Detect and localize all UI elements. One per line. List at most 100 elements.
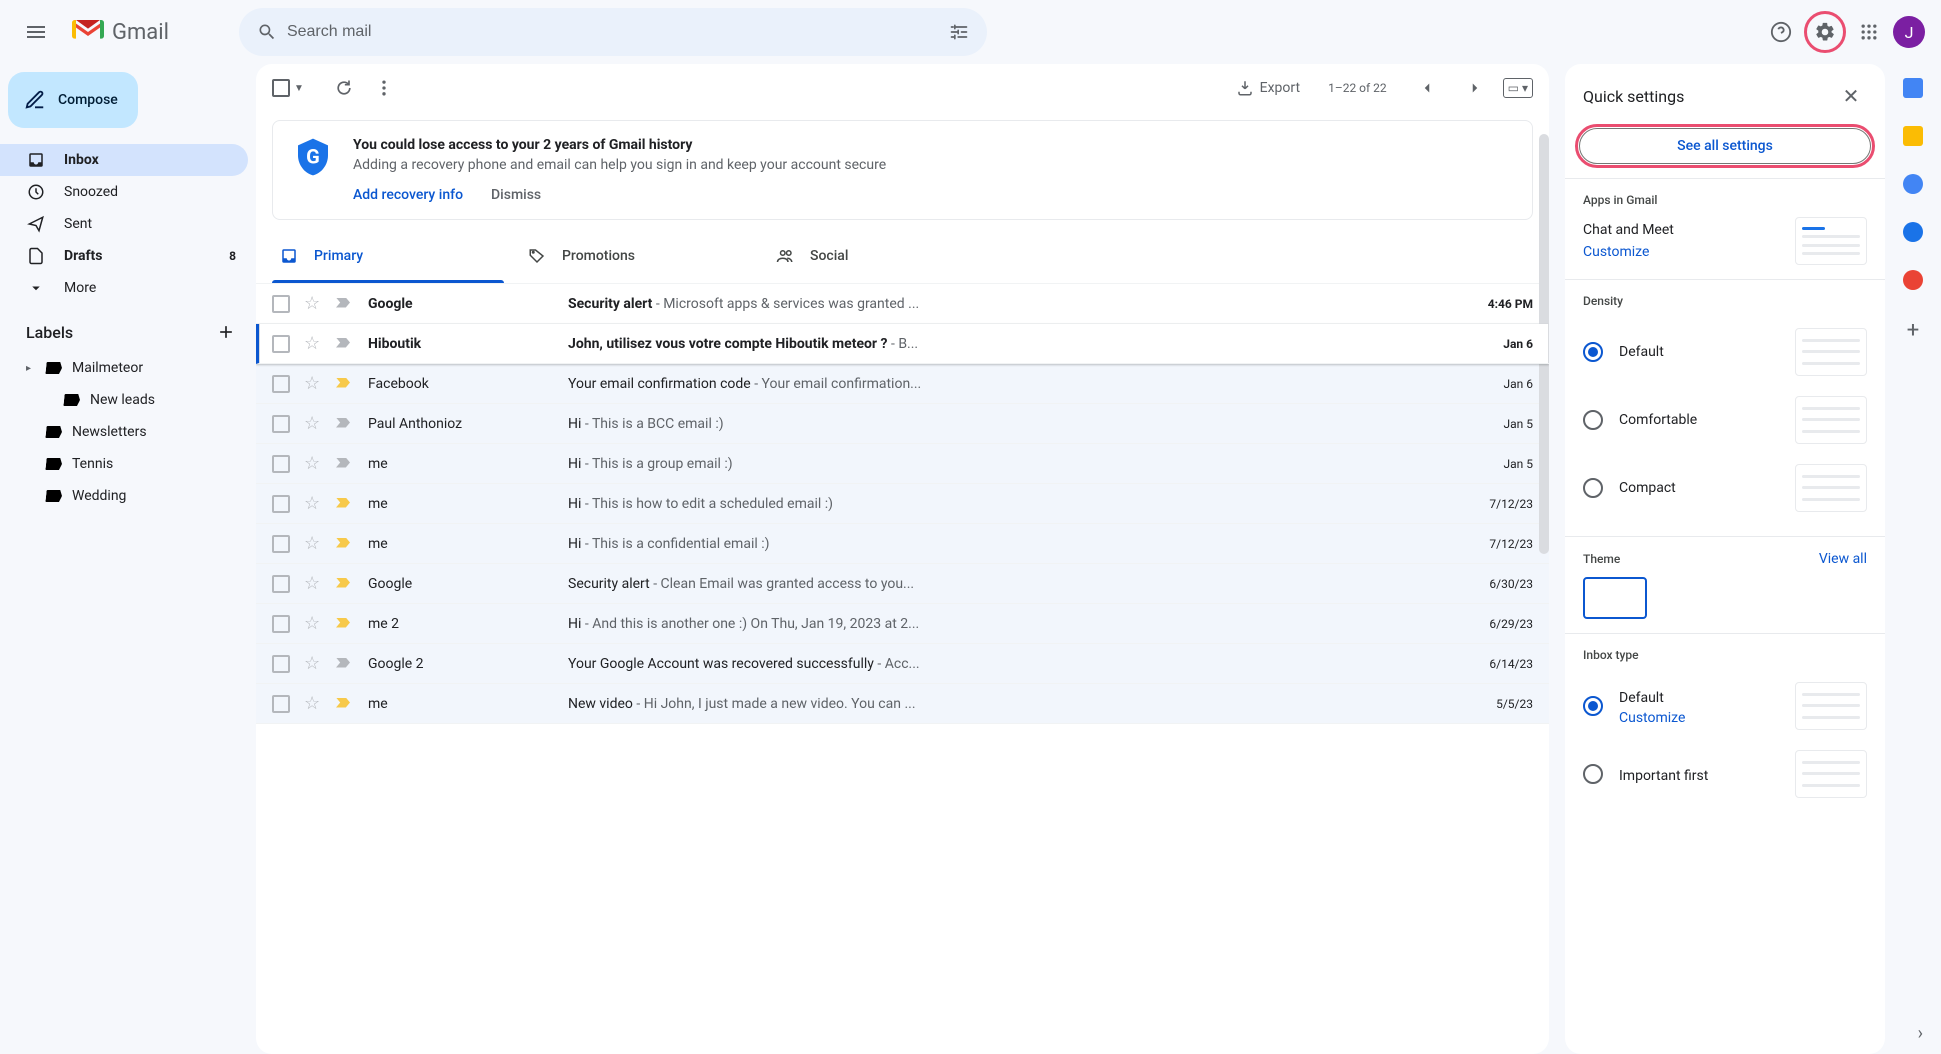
mail-checkbox[interactable] [272,415,290,433]
mail-checkbox[interactable] [272,695,290,713]
star-icon[interactable]: ☆ [304,373,324,394]
apps-icon[interactable] [1849,12,1889,52]
label-newsletters[interactable]: ▸Newsletters [0,416,248,448]
prev-page-button[interactable] [1407,68,1447,108]
inbox-type-default[interactable]: DefaultCustomize [1583,672,1867,740]
density-default[interactable]: Default [1583,318,1867,386]
importance-marker[interactable] [336,536,356,552]
dismiss-button[interactable]: Dismiss [491,187,541,203]
mail-row[interactable]: ☆GoogleSecurity alert - Microsoft apps &… [256,284,1549,324]
label-wedding[interactable]: ▸Wedding [0,480,248,512]
expand-side-panel-button[interactable]: › [1918,1023,1923,1044]
tab-social[interactable]: Social [760,228,1008,283]
label-mailmeteor[interactable]: ▸Mailmeteor [0,352,248,384]
mail-checkbox[interactable] [272,455,290,473]
add-addon-button[interactable]: + [1907,318,1919,343]
mail-row[interactable]: ☆GoogleSecurity alert - Clean Email was … [256,564,1549,604]
star-icon[interactable]: ☆ [304,293,324,314]
importance-marker[interactable] [336,616,356,632]
nav-sent[interactable]: Sent [0,208,248,240]
export-button[interactable]: Export [1228,79,1308,97]
gmail-logo[interactable]: Gmail [68,20,169,45]
mail-checkbox[interactable] [272,495,290,513]
addon-icon[interactable] [1903,270,1923,290]
tab-primary[interactable]: Primary [264,228,512,283]
main-menu-button[interactable] [12,8,60,56]
search-bar[interactable] [239,8,987,56]
mail-row[interactable]: ☆Paul AnthoniozHi - This is a BCC email … [256,404,1549,444]
star-icon[interactable]: ☆ [304,493,324,514]
density-compact[interactable]: Compact [1583,454,1867,522]
promo-tab-icon [528,247,546,265]
view-all-themes-button[interactable]: View all [1819,551,1867,567]
search-options-icon[interactable] [939,12,979,52]
mail-row[interactable]: ☆HiboutikJohn, utilisez vous votre compt… [256,324,1549,364]
close-quick-settings-button[interactable]: ✕ [1835,80,1867,112]
mail-row[interactable]: ☆Google 2Your Google Account was recover… [256,644,1549,684]
importance-marker[interactable] [336,496,356,512]
contacts-icon[interactable] [1903,222,1923,242]
search-input[interactable] [287,23,939,41]
more-button[interactable] [364,68,404,108]
select-all-checkbox[interactable] [272,79,290,97]
importance-marker[interactable] [336,336,356,352]
select-dropdown-icon[interactable]: ▼ [294,83,304,94]
star-icon[interactable]: ☆ [304,453,324,474]
mail-checkbox[interactable] [272,655,290,673]
star-icon[interactable]: ☆ [304,613,324,634]
settings-icon[interactable] [1805,12,1845,52]
keep-icon[interactable] [1903,126,1923,146]
mail-row[interactable]: ☆FacebookYour email confirmation code - … [256,364,1549,404]
account-avatar[interactable]: J [1893,16,1925,48]
customize-chat-button[interactable]: Customize [1583,244,1674,260]
label-tennis[interactable]: ▸Tennis [0,448,248,480]
customize-inbox-button[interactable]: Customize [1619,710,1685,726]
see-all-settings-button[interactable]: See all settings [1579,128,1871,164]
nav-drafts[interactable]: Drafts8 [0,240,248,272]
next-page-button[interactable] [1455,68,1495,108]
add-recovery-button[interactable]: Add recovery info [353,187,463,203]
tab-promotions[interactable]: Promotions [512,228,760,283]
refresh-button[interactable] [324,68,364,108]
nav-snoozed[interactable]: Snoozed [0,176,248,208]
importance-marker[interactable] [336,456,356,472]
importance-marker[interactable] [336,296,356,312]
mail-row[interactable]: ☆meHi - This is how to edit a scheduled … [256,484,1549,524]
mail-checkbox[interactable] [272,575,290,593]
theme-thumbnail[interactable] [1583,577,1647,619]
mail-row[interactable]: ☆me 2Hi - And this is another one :) On … [256,604,1549,644]
pagination-info: 1–22 of 22 [1316,81,1399,95]
nav-inbox[interactable]: Inbox [0,144,248,176]
nav-more[interactable]: More [0,272,248,304]
compose-button[interactable]: Compose [8,72,138,128]
star-icon[interactable]: ☆ [304,653,324,674]
recovery-title: You could lose access to your 2 years of… [353,137,886,153]
mail-checkbox[interactable] [272,615,290,633]
label-new-leads[interactable]: ▸New leads [0,384,248,416]
mail-row[interactable]: ☆meNew video - Hi John, I just made a ne… [256,684,1549,724]
mail-row[interactable]: ☆meHi - This is a confidential email :)7… [256,524,1549,564]
add-label-button[interactable] [214,320,238,344]
star-icon[interactable]: ☆ [304,333,324,354]
importance-marker[interactable] [336,416,356,432]
importance-marker[interactable] [336,376,356,392]
star-icon[interactable]: ☆ [304,533,324,554]
importance-marker[interactable] [336,696,356,712]
inbox-type-important-first[interactable]: Important first [1583,740,1867,808]
star-icon[interactable]: ☆ [304,413,324,434]
star-icon[interactable]: ☆ [304,573,324,594]
support-icon[interactable] [1761,12,1801,52]
mail-checkbox[interactable] [272,335,290,353]
mail-checkbox[interactable] [272,375,290,393]
input-tools-button[interactable]: ▭ ▾ [1503,78,1533,98]
importance-marker[interactable] [336,576,356,592]
importance-marker[interactable] [336,656,356,672]
density-comfortable[interactable]: Comfortable [1583,386,1867,454]
mail-checkbox[interactable] [272,295,290,313]
tasks-icon[interactable] [1903,174,1923,194]
search-icon[interactable] [247,12,287,52]
mail-checkbox[interactable] [272,535,290,553]
calendar-icon[interactable] [1903,78,1923,98]
star-icon[interactable]: ☆ [304,693,324,714]
mail-row[interactable]: ☆meHi - This is a group email :)Jan 5 [256,444,1549,484]
